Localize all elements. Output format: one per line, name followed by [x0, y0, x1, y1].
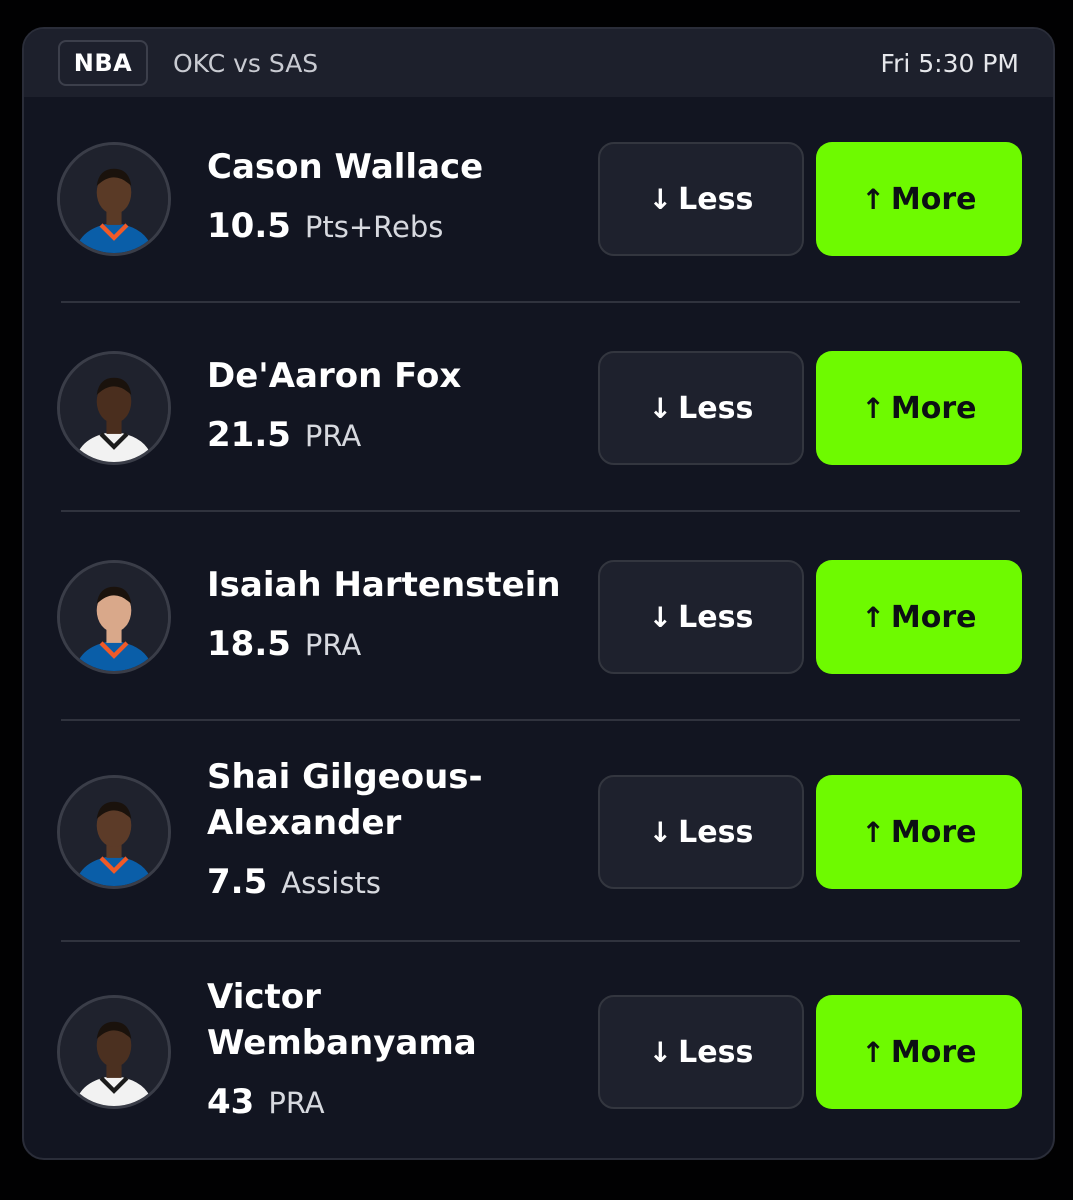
row-divider	[61, 301, 1020, 303]
row-divider	[61, 940, 1020, 942]
more-label: More	[890, 1034, 977, 1070]
player-name: Shai Gilgeous- Alexander	[207, 757, 483, 843]
arrow-up-icon: ↑	[861, 1035, 885, 1069]
stat-type: PRA	[268, 1086, 325, 1120]
more-label: More	[890, 390, 977, 426]
stat-type: PRA	[304, 628, 362, 662]
arrow-down-icon: ↓	[648, 600, 673, 634]
player-name: Isaiah Hartenstein	[207, 565, 561, 605]
stat-line: 43 PRA	[207, 1080, 325, 1125]
stat-line: 10.5 Pts+Rebs	[207, 204, 443, 249]
less-label: Less	[678, 181, 754, 217]
more-label: More	[890, 599, 977, 635]
matchup-label: OKC vs SAS	[173, 48, 319, 78]
player-avatar	[57, 351, 171, 465]
player-headshot-icon	[60, 998, 168, 1106]
arrow-up-icon: ↑	[861, 815, 885, 849]
arrow-up-icon: ↑	[861, 600, 885, 634]
stat-type: Pts+Rebs	[304, 210, 444, 244]
less-button[interactable]: ↓ Less	[598, 560, 804, 674]
player-avatar	[57, 560, 171, 674]
league-badge: NBA	[58, 40, 148, 86]
player-headshot-icon	[60, 778, 168, 886]
stat-value: 43	[207, 1082, 255, 1122]
less-label: Less	[678, 1034, 754, 1070]
arrow-down-icon: ↓	[648, 182, 673, 216]
less-label: Less	[678, 390, 754, 426]
stat-value: 10.5	[207, 206, 291, 246]
less-button[interactable]: ↓ Less	[598, 775, 804, 889]
arrow-up-icon: ↑	[861, 391, 885, 425]
less-button[interactable]: ↓ Less	[598, 995, 804, 1109]
more-label: More	[890, 814, 977, 850]
arrow-down-icon: ↓	[648, 1035, 673, 1069]
player-headshot-icon	[60, 354, 168, 462]
stat-value: 7.5	[207, 862, 268, 902]
game-time: Fri 5:30 PM	[880, 48, 1019, 78]
more-button[interactable]: ↑ More	[816, 995, 1022, 1109]
stat-type: Assists	[281, 866, 381, 900]
more-button[interactable]: ↑ More	[816, 560, 1022, 674]
less-label: Less	[678, 599, 754, 635]
less-button[interactable]: ↓ Less	[598, 142, 804, 256]
stat-line: 7.5 Assists	[207, 860, 381, 905]
player-avatar	[57, 995, 171, 1109]
player-avatar	[57, 142, 171, 256]
more-button[interactable]: ↑ More	[816, 142, 1022, 256]
stat-value: 18.5	[207, 624, 291, 664]
more-button[interactable]: ↑ More	[816, 775, 1022, 889]
player-headshot-icon	[60, 563, 168, 671]
more-label: More	[890, 181, 977, 217]
player-avatar	[57, 775, 171, 889]
less-label: Less	[678, 814, 754, 850]
row-divider	[61, 719, 1020, 721]
arrow-down-icon: ↓	[648, 391, 673, 425]
player-headshot-icon	[60, 145, 168, 253]
stat-value: 21.5	[207, 415, 291, 455]
player-name: Victor Wembanyama	[207, 977, 477, 1063]
game-card: NBA OKC vs SAS Fri 5:30 PM Cason Wallace…	[22, 27, 1055, 1160]
row-divider	[61, 510, 1020, 512]
arrow-down-icon: ↓	[648, 815, 673, 849]
more-button[interactable]: ↑ More	[816, 351, 1022, 465]
game-header: NBA OKC vs SAS Fri 5:30 PM	[24, 29, 1053, 97]
stat-type: PRA	[304, 419, 362, 453]
less-button[interactable]: ↓ Less	[598, 351, 804, 465]
stat-line: 18.5 PRA	[207, 622, 361, 667]
stat-line: 21.5 PRA	[207, 413, 361, 458]
player-name: De'Aaron Fox	[207, 356, 462, 396]
arrow-up-icon: ↑	[861, 182, 885, 216]
player-name: Cason Wallace	[207, 147, 484, 187]
